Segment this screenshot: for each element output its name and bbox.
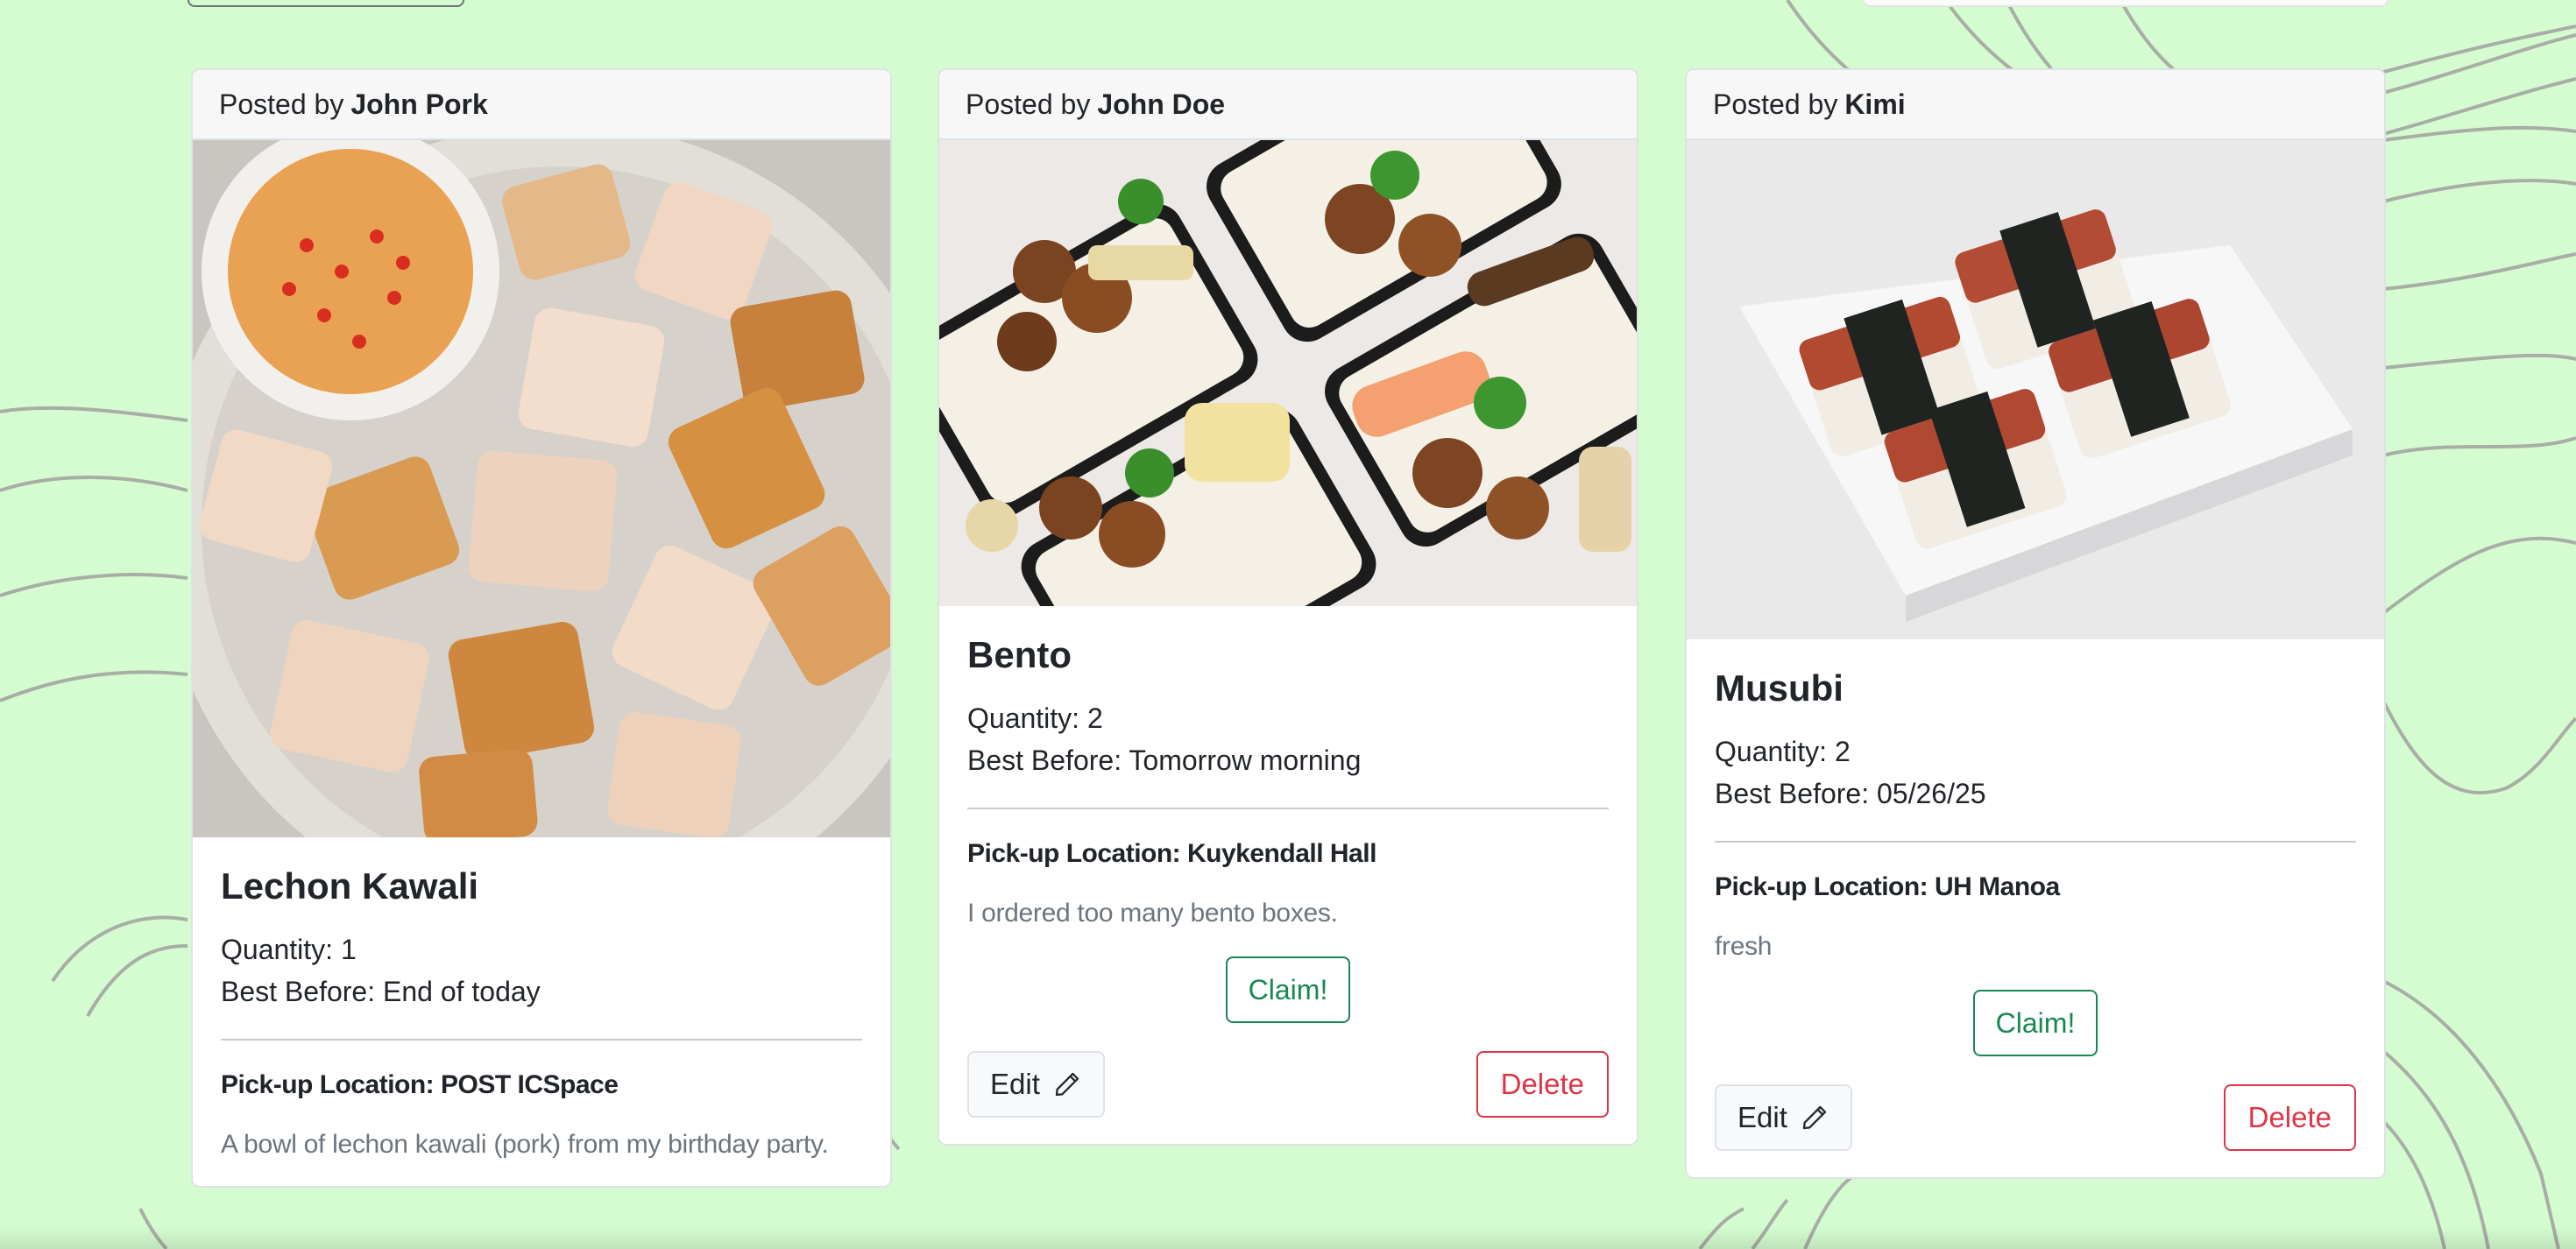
food-image — [939, 140, 1637, 606]
quantity-text: Quantity: 2 — [1715, 736, 1851, 767]
food-description: I ordered too many bento boxes. — [967, 899, 1338, 928]
food-image — [193, 140, 890, 837]
page-bottom-shadow — [0, 1226, 2576, 1249]
claim-button[interactable]: Claim! — [1972, 990, 2098, 1056]
food-description: A bowl of lechon kawali (pork) from my b… — [221, 1130, 829, 1159]
claim-button[interactable]: Claim! — [1225, 956, 1351, 1023]
posted-by-label: Posted by — [1713, 88, 1838, 120]
quantity-text: Quantity: 2 — [967, 702, 1103, 734]
edit-label: Edit — [1737, 1101, 1787, 1133]
pencil-icon — [1802, 1105, 1827, 1130]
author-name: Kimi — [1844, 88, 1906, 120]
pickup-location: Pick-up Location: Kuykendall Hall — [967, 839, 1376, 868]
food-title: Bento — [967, 634, 1072, 675]
posted-by-label: Posted by — [219, 88, 344, 120]
card-header: Posted by Kimi — [1687, 70, 2384, 140]
author-name: John Doe — [1097, 88, 1226, 120]
best-before-text: Best Before: End of today — [221, 976, 541, 1007]
top-left-button-edge[interactable] — [188, 0, 464, 7]
food-title: Musubi — [1715, 667, 1844, 709]
author-name: John Pork — [350, 88, 488, 120]
top-right-search-edge[interactable] — [1863, 0, 2388, 7]
pickup-location: Pick-up Location: UH Manoa — [1715, 872, 2060, 901]
card-header: Posted by John Pork — [193, 70, 890, 140]
food-description: fresh — [1715, 932, 1773, 961]
food-card-bento: Posted by John Doe Bento Quantity: 2 Bes… — [938, 68, 1638, 1146]
edit-button[interactable]: Edit — [1715, 1084, 1852, 1151]
posted-by-label: Posted by — [966, 88, 1091, 120]
food-card-musubi: Posted by Kimi Musubi Quantity: 2 Best B… — [1685, 68, 2386, 1179]
card-divider — [221, 1039, 862, 1041]
pickup-location: Pick-up Location: POST ICSpace — [221, 1070, 619, 1099]
best-before-text: Best Before: Tomorrow morning — [967, 744, 1362, 776]
quantity-text: Quantity: 1 — [221, 934, 357, 965]
card-header: Posted by John Doe — [939, 70, 1637, 140]
food-title: Lechon Kawali — [221, 865, 479, 907]
best-before-text: Best Before: 05/26/25 — [1715, 778, 1986, 809]
pencil-icon — [1055, 1072, 1079, 1097]
card-divider — [1715, 841, 2356, 843]
delete-button[interactable]: Delete — [1476, 1051, 1609, 1118]
edit-button[interactable]: Edit — [967, 1051, 1105, 1118]
delete-button[interactable]: Delete — [2223, 1084, 2356, 1151]
food-image — [1687, 140, 2384, 639]
food-card-lechon-kawali: Posted by John Pork Lechon Kawali Quanti… — [191, 68, 892, 1188]
edit-label: Edit — [990, 1068, 1040, 1100]
card-divider — [967, 808, 1609, 809]
